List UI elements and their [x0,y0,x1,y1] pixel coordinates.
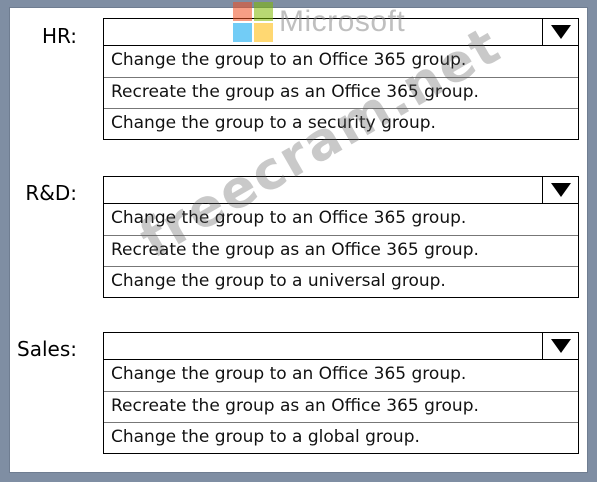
rd-option-2[interactable]: Recreate the group as an Office 365 grou… [104,235,578,266]
hr-options-list: Change the group to an Office 365 group.… [103,46,579,140]
sales-dropdown-toggle[interactable] [542,333,578,359]
hr-label: HR: [41,24,77,48]
hr-option-1[interactable]: Change the group to an Office 365 group. [104,46,578,77]
answer-area-panel: HR: Change the group to an Office 365 gr… [10,2,587,472]
hr-option-3[interactable]: Change the group to a security group. [104,108,578,139]
sales-option-3[interactable]: Change the group to a global group. [104,422,578,453]
triangle-down-icon [550,339,571,353]
rd-label: R&D: [25,181,77,205]
triangle-down-icon [550,25,571,39]
rd-dropdown-toggle[interactable] [542,177,578,203]
sales-dropdown[interactable] [103,332,579,360]
rd-dropdown[interactable] [103,176,579,204]
sales-options-list: Change the group to an Office 365 group.… [103,360,579,454]
sales-label: Sales: [17,337,77,361]
hr-dropdown[interactable] [103,18,579,46]
sales-option-1[interactable]: Change the group to an Office 365 group. [104,360,578,391]
hr-option-2[interactable]: Recreate the group as an Office 365 grou… [104,77,578,108]
triangle-down-icon [550,183,571,197]
rd-option-3[interactable]: Change the group to a universal group. [104,266,578,297]
hr-dropdown-toggle[interactable] [542,19,578,45]
rd-option-1[interactable]: Change the group to an Office 365 group. [104,204,578,235]
rd-options-list: Change the group to an Office 365 group.… [103,204,579,298]
sales-option-2[interactable]: Recreate the group as an Office 365 grou… [104,391,578,422]
